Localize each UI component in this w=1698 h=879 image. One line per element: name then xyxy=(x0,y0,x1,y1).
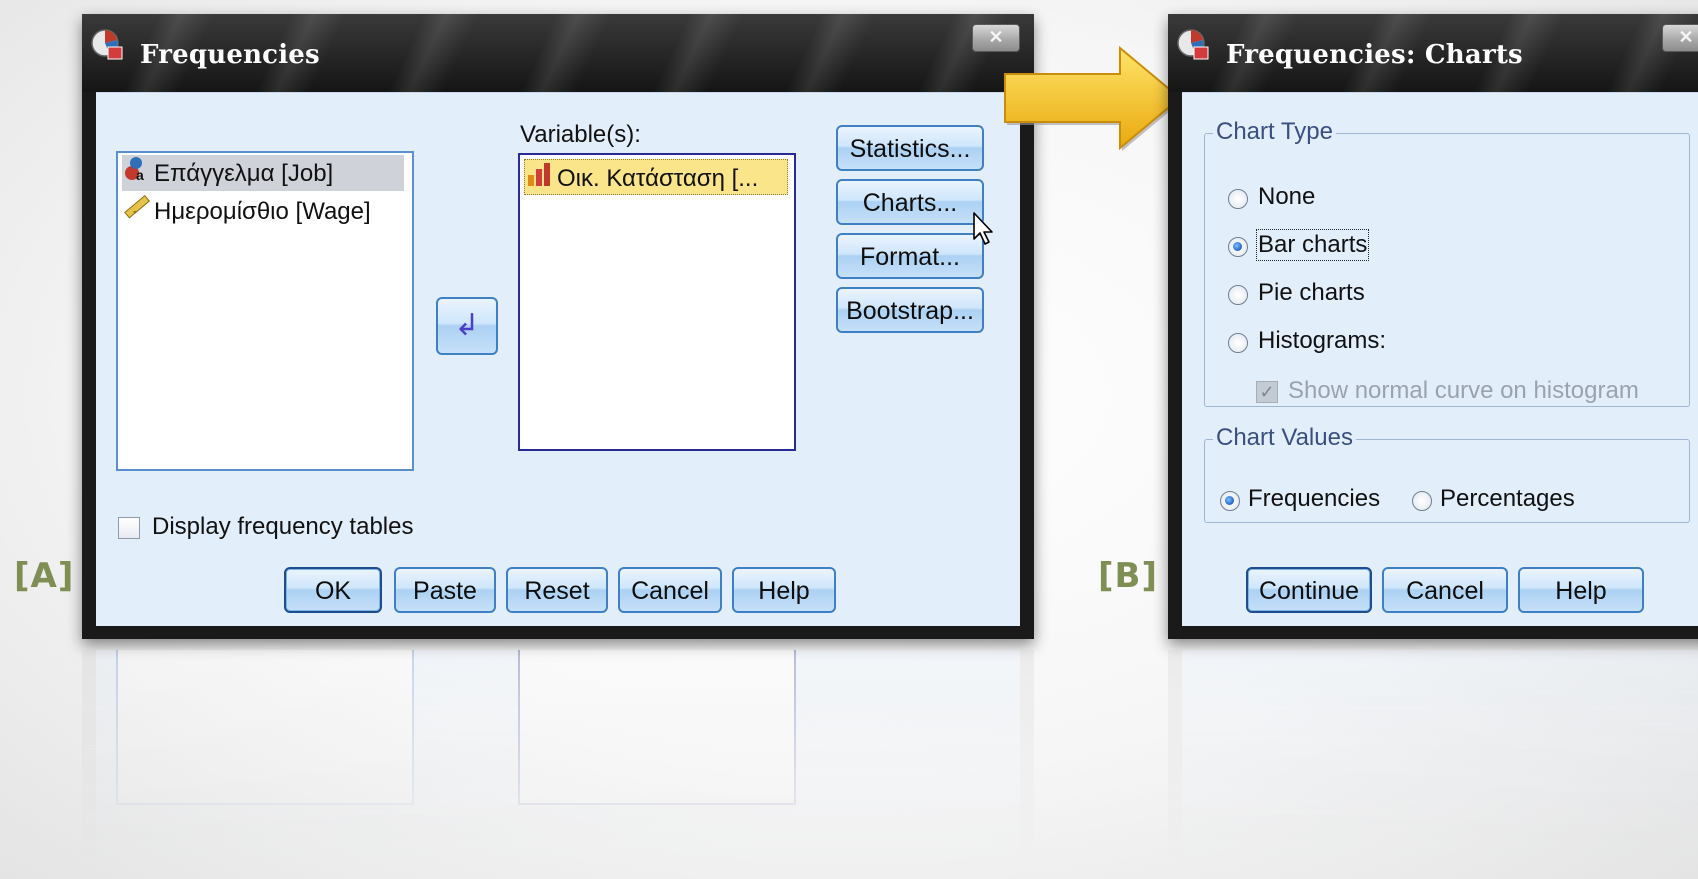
ok-button[interactable]: OK xyxy=(284,567,382,613)
reset-button[interactable]: Reset xyxy=(506,567,608,613)
source-list-reflection xyxy=(116,650,414,805)
charts-button[interactable]: Charts... xyxy=(836,179,984,225)
dialog-title: Frequencies: Charts xyxy=(1226,40,1523,70)
target-list-reflection xyxy=(518,650,796,805)
mouse-cursor-icon xyxy=(973,212,993,245)
label-b: [B] xyxy=(1098,556,1158,596)
cancel-button[interactable]: Cancel xyxy=(618,567,722,613)
frequencies-radio-label[interactable]: Frequencies xyxy=(1248,485,1380,513)
yellow-arrow-icon xyxy=(1004,45,1182,151)
continue-button[interactable]: Continue xyxy=(1246,567,1372,613)
display-frequency-tables-checkbox[interactable] xyxy=(118,517,140,539)
normal-curve-label: Show normal curve on histogram xyxy=(1288,377,1639,404)
title-bar[interactable]: Frequencies ✕ xyxy=(82,14,1034,92)
list-item[interactable]: a Επάγγελμα [Job] xyxy=(122,155,404,191)
list-item[interactable]: Οικ. Κατάσταση [... xyxy=(524,159,788,195)
percentages-radio-label[interactable]: Percentages xyxy=(1440,485,1575,513)
move-variable-button[interactable]: ↲ xyxy=(436,297,498,355)
list-item[interactable]: Ημερομίσθιο [Wage] xyxy=(122,193,371,229)
scale-ruler-icon xyxy=(122,193,154,232)
cancel-button[interactable]: Cancel xyxy=(1382,567,1508,613)
normal-curve-checkbox: ✓ xyxy=(1256,381,1278,403)
spss-app-icon xyxy=(1177,29,1209,60)
title-bar[interactable]: Frequencies: Charts ✕ xyxy=(1168,14,1698,92)
none-radio[interactable] xyxy=(1228,189,1248,209)
list-item-label: Ημερομίσθιο [Wage] xyxy=(154,197,371,225)
dialog-body: Chart Type None Bar charts Pie charts Hi… xyxy=(1182,92,1698,626)
dialog-title: Frequencies xyxy=(140,40,320,70)
pie-charts-radio[interactable] xyxy=(1228,285,1248,305)
frequencies-radio[interactable] xyxy=(1220,491,1240,511)
dialog-a-reflection: OK Paste Reset Cancel Help Display frequ… xyxy=(82,650,1034,879)
percentages-radio[interactable] xyxy=(1412,491,1432,511)
spss-app-icon xyxy=(91,29,123,60)
source-variable-list[interactable]: a Επάγγελμα [Job] Ημερομίσθιο [Wage] xyxy=(116,151,414,471)
frequencies-dialog: Frequencies ✕ a Επάγγελμα [Job] Ημερομίσ… xyxy=(82,14,1034,639)
label-a: [A] xyxy=(14,556,75,596)
bar-charts-radio[interactable] xyxy=(1228,237,1248,257)
target-variable-list[interactable]: Οικ. Κατάσταση [... xyxy=(518,153,796,451)
variables-label: Variable(s): xyxy=(520,121,641,148)
statistics-button[interactable]: Statistics... xyxy=(836,125,984,171)
none-radio-label[interactable]: None xyxy=(1258,183,1315,211)
help-button[interactable]: Help xyxy=(732,567,836,613)
bar-chart-variable-icon xyxy=(525,160,557,194)
dialog-b-reflection: Continue Cancel Help Frequencies Percent… xyxy=(1168,650,1698,879)
dialog-body: a Επάγγελμα [Job] Ημερομίσθιο [Wage] ↲ V… xyxy=(96,92,1020,626)
format-button[interactable]: Format... xyxy=(836,233,984,279)
histograms-radio-label[interactable]: Histograms: xyxy=(1258,327,1386,355)
chart-type-legend: Chart Type xyxy=(1213,118,1336,146)
paste-button[interactable]: Paste xyxy=(394,567,496,613)
back-arrow-icon: ↲ xyxy=(454,309,480,342)
frequencies-charts-dialog: Frequencies: Charts ✕ Chart Type None Ba… xyxy=(1168,14,1698,639)
list-item-label: Οικ. Κατάσταση [... xyxy=(557,164,759,192)
bootstrap-button[interactable]: Bootstrap... xyxy=(836,287,984,333)
help-button[interactable]: Help xyxy=(1518,567,1644,613)
list-item-label: Επάγγελμα [Job] xyxy=(154,159,334,187)
chart-values-legend: Chart Values xyxy=(1213,424,1356,452)
svg-text:a: a xyxy=(136,167,144,183)
display-frequency-tables-label: Display frequency tables xyxy=(152,513,414,540)
histograms-radio[interactable] xyxy=(1228,333,1248,353)
bar-charts-radio-label[interactable]: Bar charts xyxy=(1255,229,1370,261)
chart-type-group: Chart Type xyxy=(1204,118,1690,407)
nominal-variable-icon: a xyxy=(122,155,154,194)
pie-charts-radio-label[interactable]: Pie charts xyxy=(1258,279,1365,307)
close-button[interactable]: ✕ xyxy=(1662,24,1698,52)
